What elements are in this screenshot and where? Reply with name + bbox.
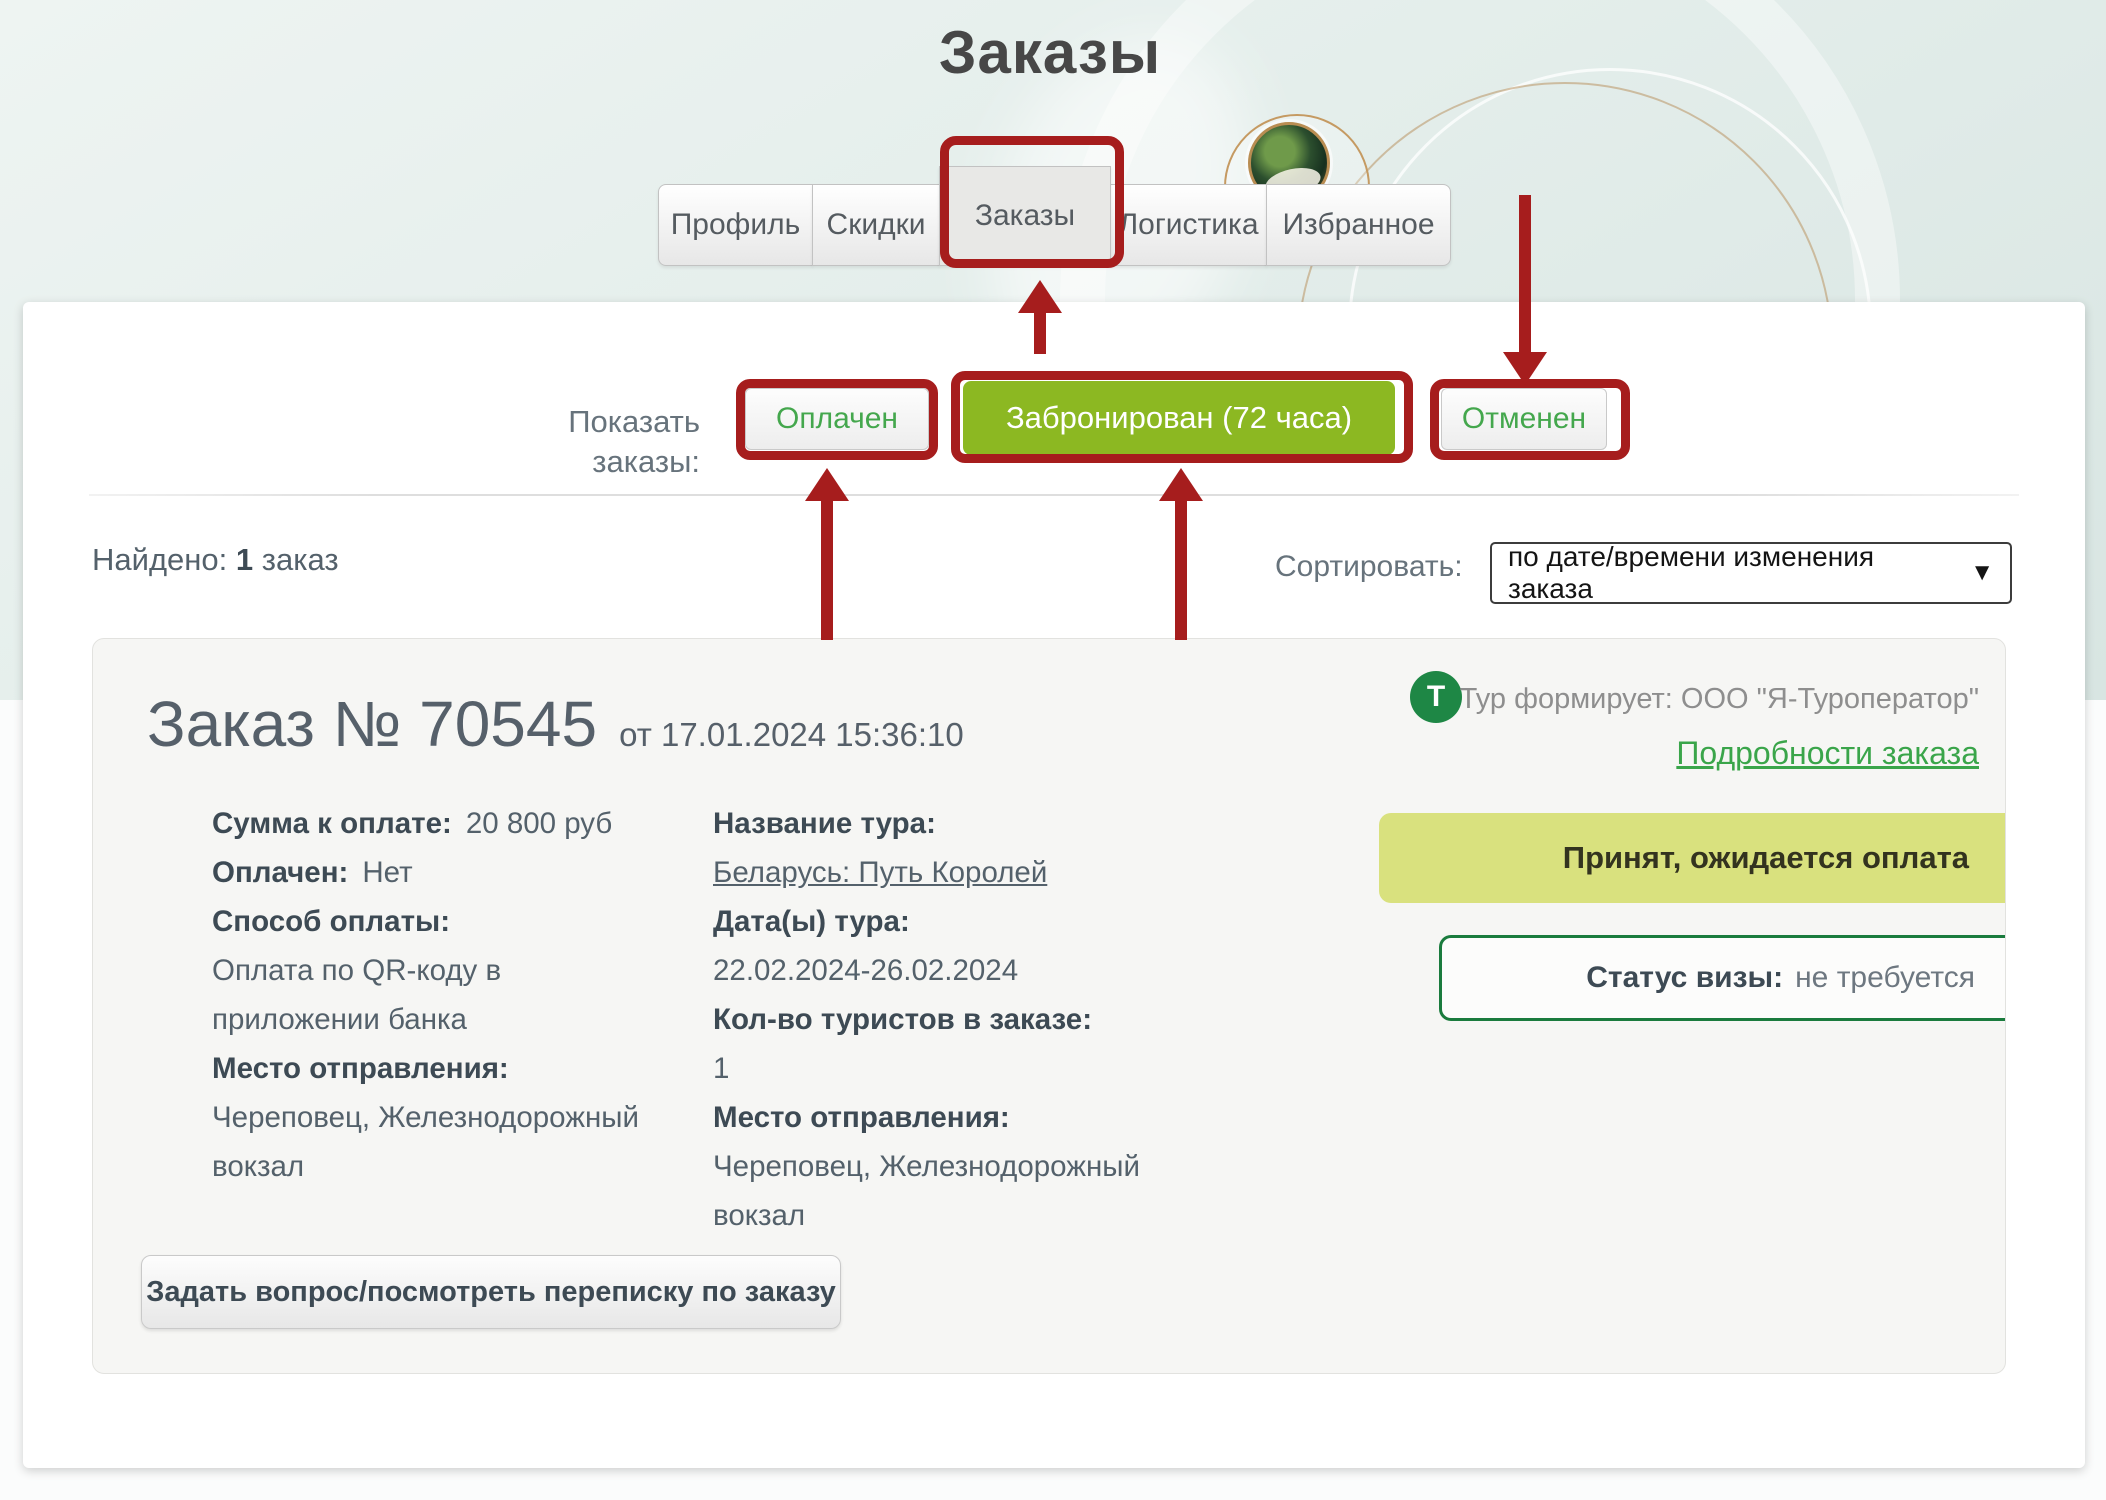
tab-label: Профиль	[671, 208, 801, 242]
field-label: Сумма к оплате:	[212, 807, 452, 840]
order-card: Заказ № 70545 от 17.01.2024 15:36:10 Сум…	[92, 638, 2006, 1374]
found-count: 1	[236, 542, 253, 577]
visa-status-value: не требуется	[1795, 961, 1975, 995]
content-panel: Показать заказы: Оплачен Забронирован (7…	[23, 302, 2085, 1468]
visa-status-label: Статус визы:	[1586, 961, 1783, 995]
ask-question-button[interactable]: Задать вопрос/посмотреть переписку по за…	[141, 1255, 841, 1329]
order-header: Заказ № 70545 от 17.01.2024 15:36:10	[147, 687, 964, 761]
tab-label: Избранное	[1282, 208, 1434, 242]
field-paid: Оплачен: Нет	[212, 848, 662, 897]
tab-label: Скидки	[827, 208, 926, 242]
order-details-link[interactable]: Подробности заказа	[1676, 735, 1979, 772]
order-number: Заказ № 70545	[147, 687, 597, 761]
field-value: 1	[713, 1044, 1173, 1093]
field-label: Место отправления:	[212, 1044, 662, 1093]
chevron-down-icon: ▼	[1970, 559, 1994, 587]
sort-select[interactable]: по дате/времени изменения заказа ▼	[1490, 542, 2012, 604]
tab-favorites[interactable]: Избранное	[1266, 184, 1451, 266]
field-label: Место отправления:	[713, 1093, 1173, 1142]
field-label: Дата(ы) тура:	[713, 897, 1173, 946]
tab-discounts[interactable]: Скидки	[812, 184, 940, 266]
tab-logistics[interactable]: Логистика	[1110, 184, 1267, 266]
filter-paid-button[interactable]: Оплачен	[745, 388, 929, 450]
tab-label: Логистика	[1118, 208, 1258, 242]
order-status-badge: Принят, ожидается оплата	[1379, 813, 2005, 903]
show-orders-label: Показать заказы:	[460, 402, 700, 482]
sort-selected-value: по дате/времени изменения заказа	[1508, 541, 1960, 605]
tour-operator-icon: Т	[1410, 671, 1462, 723]
field-amount: Сумма к оплате: 20 800 руб	[212, 799, 662, 848]
found-unit: заказ	[262, 542, 339, 577]
field-value: Оплата по QR-коду в приложении банка	[212, 946, 662, 1044]
order-fields-right: Название тура: Беларусь: Путь Королей Да…	[713, 799, 1173, 1240]
field-value: Череповец, Железнодорожный вокзал	[212, 1093, 662, 1191]
filter-booked-button[interactable]: Забронирован (72 часа)	[963, 381, 1395, 455]
field-value: 22.02.2024-26.02.2024	[713, 946, 1173, 995]
found-label: Найдено:	[92, 542, 227, 577]
field-label: Название тура:	[713, 799, 1173, 848]
field-value: 20 800 руб	[466, 807, 612, 840]
tab-orders[interactable]: Заказы	[939, 166, 1111, 266]
divider	[89, 494, 2019, 496]
orders-page: Заказы Профиль Скидки Заказы Логистика И…	[0, 0, 2106, 1500]
sort-label: Сортировать:	[1275, 550, 1463, 584]
field-label: Оплачен:	[212, 856, 348, 889]
order-fields-left: Сумма к оплате: 20 800 руб Оплачен: Нет Сп…	[212, 799, 662, 1191]
filter-cancelled-button[interactable]: Отменен	[1441, 388, 1607, 450]
tab-label: Заказы	[975, 199, 1075, 233]
page-title: Заказы	[600, 18, 1500, 87]
field-label: Способ оплаты:	[212, 897, 662, 946]
visa-status-box: Статус визы: не требуется	[1439, 935, 2005, 1021]
tour-operator-text: Тур формирует: ООО "Я-Туроператор"	[1460, 683, 1979, 716]
found-count-text: Найдено: 1 заказ	[92, 542, 339, 578]
tour-name-link[interactable]: Беларусь: Путь Королей	[713, 848, 1173, 897]
tab-profile[interactable]: Профиль	[658, 184, 813, 266]
field-value: Череповец, Железнодорожный вокзал	[713, 1142, 1173, 1240]
main-tabbar: Профиль Скидки Заказы Логистика Избранно…	[658, 166, 1455, 266]
field-value: Нет	[362, 856, 412, 889]
field-label: Кол-во туристов в заказе:	[713, 995, 1173, 1044]
order-created-date: от 17.01.2024 15:36:10	[619, 716, 964, 754]
